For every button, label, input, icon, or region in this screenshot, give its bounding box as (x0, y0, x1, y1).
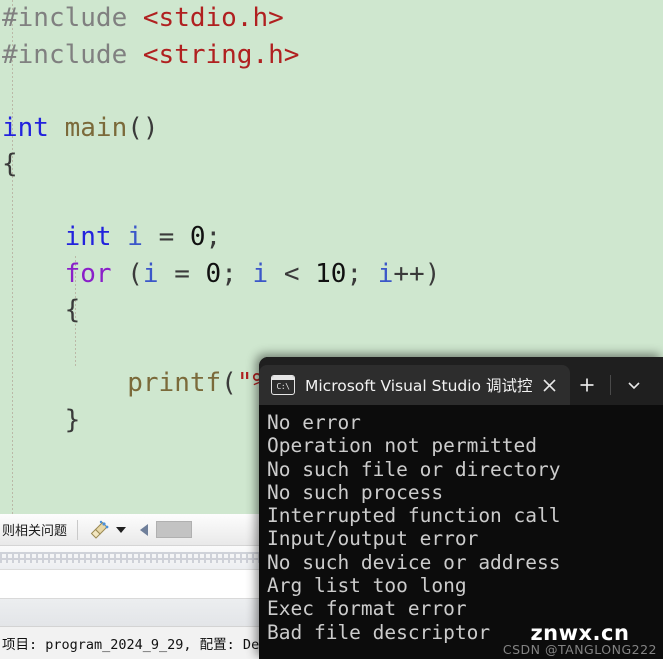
action-separator (610, 375, 611, 395)
console-window[interactable]: C:\ Microsoft Visual Studio 调试控 No error… (259, 357, 663, 659)
console-output-line: Operation not permitted (267, 434, 538, 458)
console-output-line: Bad file descriptor (267, 620, 491, 644)
terminal-icon-text: C:\ (276, 381, 290, 391)
code-line: #include <stdio.h> (0, 0, 566, 37)
code-token: <stdio.h> (142, 3, 284, 33)
code-line: for (i = 0; i < 10; i++) (0, 256, 566, 293)
console-title: Microsoft Visual Studio 调试控 (305, 377, 532, 395)
code-token: { (2, 149, 18, 179)
console-output-line: No error (267, 411, 361, 434)
close-icon (542, 378, 556, 392)
code-token: ; (346, 258, 378, 289)
code-token: i (377, 258, 394, 289)
code-token: int (64, 222, 128, 252)
tab-dropdown-button[interactable] (617, 365, 651, 405)
code-line: int i = 0; (0, 219, 566, 256)
code-token: printf (127, 368, 222, 398)
plus-icon (580, 378, 594, 392)
code-token: for (64, 258, 128, 289)
code-line: #include <string.h> (0, 37, 566, 74)
code-token: <string.h> (142, 39, 300, 70)
code-token: 0 (189, 222, 206, 252)
code-token: #include (2, 3, 143, 33)
console-tab[interactable]: C:\ Microsoft Visual Studio 调试控 (259, 365, 570, 405)
chevron-down-icon (628, 382, 640, 390)
code-line: { (0, 146, 566, 183)
code-token: #include (2, 39, 143, 70)
broom-icon (88, 520, 110, 540)
clear-all-button[interactable] (88, 520, 127, 540)
console-output-line: Input/output error (267, 527, 479, 551)
console-output-line: Exec format error (267, 597, 467, 621)
chevron-down-icon (116, 526, 127, 533)
code-token: = (158, 222, 190, 252)
code-token: i (127, 222, 159, 252)
code-token: ( (127, 258, 143, 289)
code-token: 0 (205, 258, 222, 289)
code-token: ; (221, 258, 253, 289)
horizontal-scrollbar-thumb[interactable] (156, 521, 193, 538)
console-titlebar[interactable]: C:\ Microsoft Visual Studio 调试控 (259, 357, 663, 405)
console-tab-actions (570, 365, 651, 405)
code-token: ; (205, 222, 222, 252)
console-output[interactable]: No error Operation not permitted No such f… (259, 405, 663, 659)
code-token: ( (221, 368, 237, 398)
terminal-icon: C:\ (271, 375, 295, 395)
code-line: { (0, 292, 566, 329)
triangle-left-icon[interactable] (140, 523, 149, 536)
status-bar-project-text: 项目: program_2024_9_29, 配置: De (2, 637, 260, 653)
code-token: i (252, 258, 284, 289)
code-token: { (2, 295, 81, 325)
code-token: main (64, 112, 128, 143)
code-line: int main() (0, 110, 566, 147)
code-token: = (174, 258, 206, 289)
code-token: () (127, 112, 159, 143)
console-output-line: No such process (267, 480, 444, 504)
console-output-line: No such device or address (267, 550, 561, 574)
code-token: i (142, 258, 175, 289)
code-token: < (283, 258, 316, 289)
console-output-line: Arg list too long (267, 574, 467, 598)
code-token: 10 (315, 258, 347, 289)
code-token: int (2, 112, 65, 143)
console-output-line: No such file or directory (267, 457, 561, 481)
close-button[interactable] (532, 365, 566, 405)
code-token: } (2, 404, 81, 435)
code-token: ++) (393, 258, 441, 289)
new-tab-button[interactable] (570, 365, 604, 405)
toolbar-separator (77, 519, 79, 540)
console-output-line: Interrupted function call (267, 504, 561, 528)
error-list-tab-label[interactable]: 则相关问题 (0, 520, 67, 539)
